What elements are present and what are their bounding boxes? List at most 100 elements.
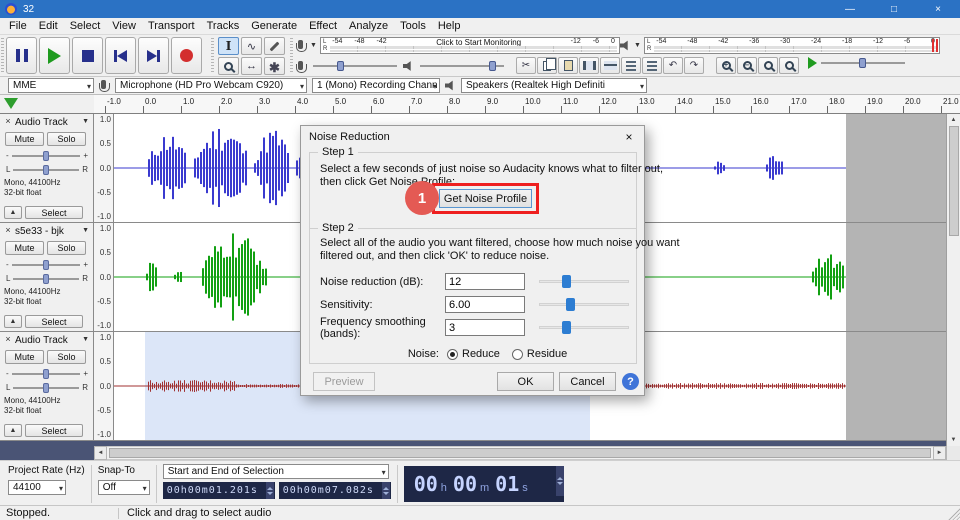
spin-down-icon[interactable] <box>267 492 273 495</box>
play-at-speed-icon[interactable] <box>808 57 817 69</box>
menu-item-tracks[interactable]: Tracks <box>201 20 246 32</box>
pan-slider[interactable]: LR <box>6 382 88 393</box>
horizontal-scrollbar[interactable]: ◄ ► <box>0 446 960 460</box>
gain-slider[interactable]: -+ <box>6 368 88 379</box>
track-name[interactable]: Audio Track <box>15 117 68 128</box>
cancel-button[interactable]: Cancel <box>559 372 616 391</box>
help-button[interactable]: ? <box>622 373 639 390</box>
mute-button[interactable]: Mute <box>5 350 44 364</box>
dialog-close-icon[interactable]: × <box>614 126 644 148</box>
mute-button[interactable]: Mute <box>5 241 44 255</box>
selection-tool-button[interactable]: I <box>218 37 239 55</box>
slider-thumb[interactable] <box>566 298 575 311</box>
pause-button[interactable] <box>6 37 37 74</box>
playback-device-select[interactable]: Speakers (Realtek High Definiti▾ <box>461 78 647 93</box>
multi-tool-button[interactable]: ✱ <box>264 57 285 75</box>
sync-lock-button[interactable] <box>621 57 641 74</box>
horizontal-scroll-track[interactable] <box>107 446 933 460</box>
slider-thumb[interactable] <box>43 383 49 393</box>
audio-position-display[interactable]: 00h00m01s <box>404 466 564 502</box>
trim-audio-button[interactable] <box>579 57 599 74</box>
slider-thumb[interactable] <box>489 61 496 71</box>
menu-item-generate[interactable]: Generate <box>245 20 303 32</box>
menu-item-transport[interactable]: Transport <box>142 20 201 32</box>
record-button[interactable] <box>171 37 202 74</box>
menu-item-tools[interactable]: Tools <box>394 20 432 32</box>
play-speed-slider[interactable] <box>821 57 905 69</box>
toolbar-grip[interactable] <box>290 38 293 74</box>
audio-host-select[interactable]: MME▾ <box>8 78 94 93</box>
spinner[interactable] <box>382 482 390 499</box>
timeline-pin-icon[interactable] <box>4 98 18 109</box>
track-close-icon[interactable]: × <box>3 225 13 235</box>
sync-lock-button[interactable] <box>642 57 662 74</box>
noise-reduction-slider[interactable] <box>539 273 629 290</box>
menu-item-view[interactable]: View <box>106 20 142 32</box>
slider-thumb[interactable] <box>337 61 344 71</box>
spinner[interactable] <box>266 482 274 499</box>
preview-button[interactable]: Preview <box>313 372 375 391</box>
cut-button[interactable]: ✂ <box>516 57 536 74</box>
frequency-smoothing-slider[interactable] <box>539 319 629 336</box>
slider-thumb[interactable] <box>562 321 571 334</box>
copy-button[interactable] <box>537 57 557 74</box>
menu-item-effect[interactable]: Effect <box>303 20 343 32</box>
undo-button[interactable]: ↶ <box>663 57 683 74</box>
pan-slider[interactable]: LR <box>6 164 88 175</box>
menu-item-file[interactable]: File <box>3 20 33 32</box>
playback-volume-slider[interactable] <box>420 60 504 72</box>
selection-mode-select[interactable]: Start and End of Selection▾ <box>163 464 389 479</box>
select-button[interactable]: Select <box>25 315 83 328</box>
slider-thumb[interactable] <box>43 165 49 175</box>
menu-item-analyze[interactable]: Analyze <box>343 20 394 32</box>
slider-thumb[interactable] <box>859 58 866 68</box>
scroll-right-icon[interactable]: ► <box>933 446 946 460</box>
silence-audio-button[interactable] <box>600 57 620 74</box>
menu-item-help[interactable]: Help <box>432 20 467 32</box>
spinner[interactable] <box>556 466 564 496</box>
solo-button[interactable]: Solo <box>47 350 86 364</box>
paste-button[interactable] <box>558 57 578 74</box>
selection-start-field[interactable]: 00h00m01.201s <box>163 482 275 499</box>
gain-slider[interactable]: -+ <box>6 259 88 270</box>
toolbar-grip[interactable] <box>1 38 4 74</box>
collapse-button[interactable]: ▲ <box>4 315 22 328</box>
snap-to-select[interactable]: Off▾ <box>98 480 150 495</box>
track-close-icon[interactable]: × <box>3 334 13 344</box>
solo-button[interactable]: Solo <box>47 241 86 255</box>
skip-to-start-button[interactable] <box>105 37 136 74</box>
selection-end-field[interactable]: 00h00m07.082s <box>279 482 391 499</box>
recording-meter[interactable]: L R -54-48-42 Click to Start Monitoring … <box>320 37 620 54</box>
track-menu-icon[interactable]: ▼ <box>82 227 89 234</box>
vertical-scroll-thumb[interactable] <box>949 126 959 236</box>
slider-thumb[interactable] <box>43 369 49 379</box>
spin-up-icon[interactable] <box>383 487 389 490</box>
zoom-in-button[interactable]: + <box>716 57 736 74</box>
noise-reduction-input[interactable] <box>445 273 525 290</box>
recording-device-select[interactable]: Microphone (HD Pro Webcam C920)▾ <box>115 78 307 93</box>
playback-meter[interactable]: L R -54-48-42-36-30-24-18-12-60 <box>644 37 940 54</box>
track-name[interactable]: s5e33 - bjk <box>15 226 64 237</box>
fit-selection-button[interactable] <box>758 57 778 74</box>
spin-up-icon[interactable] <box>267 487 273 490</box>
menu-item-select[interactable]: Select <box>64 20 107 32</box>
timeshift-tool-button[interactable]: ↔ <box>241 57 262 75</box>
residue-radio[interactable] <box>512 349 523 360</box>
fit-project-button[interactable] <box>779 57 799 74</box>
solo-button[interactable]: Solo <box>47 132 86 146</box>
stop-button[interactable] <box>72 37 103 74</box>
slider-thumb[interactable] <box>43 274 49 284</box>
meter-dropdown-icon[interactable]: ▼ <box>310 42 317 49</box>
spin-down-icon[interactable] <box>557 482 563 485</box>
close-button[interactable]: × <box>916 0 960 18</box>
resize-grip[interactable] <box>947 507 960 520</box>
project-rate-select[interactable]: 44100▾ <box>8 480 66 495</box>
spin-up-icon[interactable] <box>557 477 563 480</box>
titlebar[interactable]: 32 — □ × <box>0 0 960 18</box>
timeline-ruler[interactable]: -1.00.01.02.03.04.05.06.07.08.09.010.011… <box>94 95 960 114</box>
ok-button[interactable]: OK <box>497 372 554 391</box>
select-button[interactable]: Select <box>25 206 83 219</box>
pan-slider[interactable]: LR <box>6 273 88 284</box>
minimize-button[interactable]: — <box>828 0 872 18</box>
slider-thumb[interactable] <box>43 151 49 161</box>
